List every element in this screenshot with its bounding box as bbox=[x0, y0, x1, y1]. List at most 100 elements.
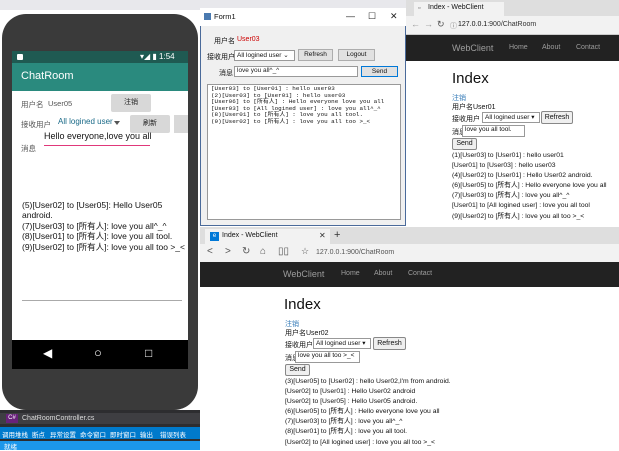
message-log: (3)[User05] to [User02] : hello User02,I… bbox=[285, 377, 451, 448]
username-line: 用户名User02 bbox=[285, 330, 329, 337]
reload-icon[interactable]: ↻ bbox=[437, 19, 445, 30]
refresh-button[interactable]: Refresh bbox=[541, 111, 573, 124]
android-message-input[interactable]: Hello everyone,love you all bbox=[44, 131, 152, 146]
list-item: (4)[User02] to [User01] : Hello User02 a… bbox=[452, 172, 593, 180]
refresh-button[interactable]: Refresh bbox=[373, 337, 406, 350]
android-username-label: 用户名 bbox=[21, 100, 44, 109]
list-item: (5)[User02] to [User05]: Hello User05 bbox=[22, 200, 163, 210]
ide-tool-output[interactable]: 输出 bbox=[140, 429, 153, 439]
ide-statusbar bbox=[0, 441, 200, 450]
list-item: android. bbox=[22, 210, 53, 221]
list-item: [User01] to [User03] : hello user03 bbox=[452, 162, 556, 170]
nav-home[interactable]: Home bbox=[341, 270, 360, 277]
form-message-input[interactable]: love you all^_^ bbox=[234, 66, 358, 77]
receiver-value: All logined user bbox=[316, 340, 361, 347]
username-line: 用户名User01 bbox=[452, 104, 496, 111]
back-icon[interactable]: ◀ bbox=[43, 346, 52, 360]
list-item: (7)[User03] to [所有人] : love you all^_^ bbox=[452, 192, 570, 200]
url-path: :900/ChatRoom bbox=[487, 21, 537, 28]
send-button[interactable]: Send bbox=[452, 138, 477, 150]
ide-tool-breakpoints[interactable]: 断点 bbox=[32, 429, 45, 439]
home-icon[interactable]: ⌂ bbox=[260, 246, 266, 257]
message-input[interactable]: love you all tool. bbox=[462, 125, 525, 137]
site-brand[interactable]: WebClient bbox=[452, 43, 493, 53]
receiver-select[interactable]: All logined user ▾ bbox=[482, 112, 540, 123]
back-icon[interactable]: < bbox=[207, 246, 213, 257]
recents-icon[interactable]: □ bbox=[145, 346, 152, 360]
ide-tool-errorlist[interactable]: 错误列表 bbox=[160, 429, 186, 439]
list-item: [User02] to [User05] : Hello User05 andr… bbox=[285, 398, 418, 406]
form-receiver-select[interactable]: All logined user ⌄ bbox=[234, 50, 295, 61]
android-receiver-spinner[interactable]: All logined user bbox=[58, 117, 113, 126]
forward-icon[interactable]: > bbox=[225, 246, 231, 257]
close-icon[interactable]: ✕ bbox=[390, 11, 398, 22]
android-logout-button[interactable]: 注销 bbox=[111, 94, 151, 112]
browser2-tab-title: Index - WebClient bbox=[222, 232, 278, 239]
favorite-star-icon[interactable]: ☆ bbox=[301, 246, 309, 257]
list-item: (9)[User02] to [所有人] : love you all too … bbox=[211, 117, 371, 125]
reading-view-icon[interactable]: ▯▯ bbox=[278, 246, 289, 257]
close-tab-icon[interactable]: ✕ bbox=[319, 231, 326, 240]
ide-tool-callstack[interactable]: 调用堆栈 bbox=[2, 429, 28, 439]
form-username-label: 用户名 bbox=[214, 38, 235, 45]
forward-icon[interactable]: → bbox=[424, 19, 433, 29]
form-message-label: 消息 bbox=[219, 70, 233, 77]
form-receiver-value: All logined user bbox=[237, 52, 282, 59]
android-send-button[interactable] bbox=[174, 115, 188, 133]
ide-tab-label: ChatRoomController.cs bbox=[22, 415, 95, 422]
back-icon[interactable]: ← bbox=[411, 19, 420, 29]
edge-page-icon: e bbox=[210, 232, 219, 241]
message-log: (1)[User03] to [User01] : hello user01 [… bbox=[452, 151, 607, 222]
minimize-icon[interactable]: — bbox=[346, 11, 355, 21]
android-status-right: ▾◢ ▮ 1:54 bbox=[140, 52, 175, 61]
spinner-arrow-icon bbox=[114, 121, 120, 125]
nav-about[interactable]: About bbox=[542, 44, 560, 51]
list-item: (1)[User03] to [User01] : hello user01 bbox=[452, 152, 564, 159]
nav-home[interactable]: Home bbox=[509, 44, 528, 51]
page-title: Index bbox=[284, 296, 321, 313]
receiver-select[interactable]: All logined user ▾ bbox=[313, 338, 371, 349]
android-message-log: (5)[User02] to [User05]: Hello User05 an… bbox=[22, 200, 185, 252]
list-item: [User01] to [All logined user] : love yo… bbox=[452, 202, 590, 210]
list-item: (8)[User01] to [所有人]: love you all tool. bbox=[22, 231, 173, 242]
notification-icon bbox=[17, 54, 23, 60]
form-message-log: [User03] to [User01] : hello user03 (2)[… bbox=[207, 84, 401, 220]
page-title: Index bbox=[452, 70, 489, 87]
form-refresh-button[interactable]: Refresh bbox=[298, 49, 333, 61]
list-item: (3)[User05] to [User02] : hello User02,I… bbox=[285, 378, 451, 385]
nav-contact[interactable]: Contact bbox=[408, 270, 432, 277]
reload-icon[interactable]: ↻ bbox=[242, 246, 250, 257]
send-button[interactable]: Send bbox=[285, 364, 310, 376]
csharp-file-icon: C# bbox=[6, 414, 18, 423]
list-item: (6)[User05] to [所有人] : Hello everyone lo… bbox=[452, 182, 607, 190]
form-logout-button[interactable]: Logout bbox=[338, 49, 375, 61]
form-send-button[interactable]: Send bbox=[361, 66, 398, 77]
android-app-title: ChatRoom bbox=[21, 70, 74, 82]
browser1-tab-title: Index - WebClient bbox=[428, 4, 484, 11]
form-username-value: User03 bbox=[237, 36, 260, 43]
maximize-icon[interactable]: ☐ bbox=[368, 11, 376, 22]
list-item: (7)[User03] to [所有人]: love you all^_^ bbox=[22, 220, 167, 231]
home-icon[interactable]: ○ bbox=[94, 345, 102, 360]
android-receiver-label: 接收用户 bbox=[21, 120, 51, 129]
android-clock: 1:54 bbox=[159, 52, 175, 61]
receiver-label: 接收用户 bbox=[285, 342, 313, 349]
list-item: (8)[User01] to [所有人] : love you all tool… bbox=[285, 428, 408, 436]
list-item: (6)[User05] to [所有人] : Hello everyone lo… bbox=[285, 408, 440, 416]
ide-tool-exceptions[interactable]: 异常设置 bbox=[50, 429, 76, 439]
ide-tool-immediate[interactable]: 即时窗口 bbox=[110, 429, 136, 439]
message-input[interactable]: love you all too >_< bbox=[295, 351, 360, 363]
winform-title: Form1 bbox=[214, 12, 236, 21]
nav-about[interactable]: About bbox=[374, 270, 392, 277]
list-item: [User02] to [All logined user] : love yo… bbox=[285, 438, 435, 446]
receiver-value: All logined user bbox=[485, 114, 530, 121]
new-tab-icon[interactable]: + bbox=[334, 229, 340, 241]
site-brand[interactable]: WebClient bbox=[283, 269, 324, 279]
browser2-url[interactable]: 127.0.0.1:900/ChatRoom bbox=[316, 249, 394, 256]
info-icon[interactable]: ⓘ bbox=[450, 21, 457, 31]
nav-contact[interactable]: Contact bbox=[576, 44, 600, 51]
ide-tool-command[interactable]: 命令窗口 bbox=[80, 429, 106, 439]
page-icon: ▫ bbox=[418, 5, 421, 12]
browser1-url[interactable]: 127.0.0.1:900/ChatRoom bbox=[458, 21, 536, 28]
android-username-value: User05 bbox=[48, 99, 73, 108]
